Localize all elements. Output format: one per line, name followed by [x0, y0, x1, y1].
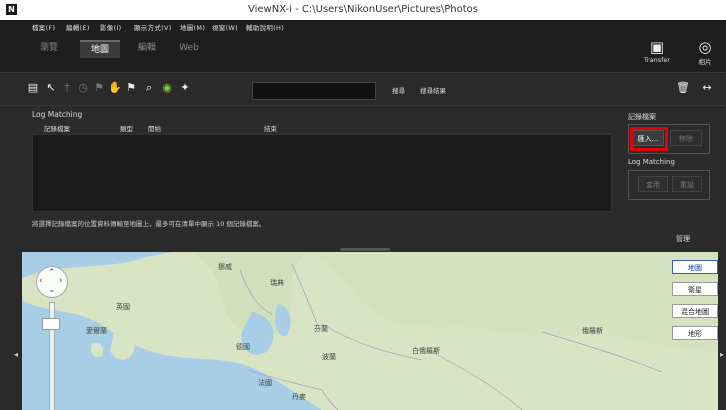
map-type-satellite-button[interactable]: 衛星 [672, 282, 718, 296]
pin-icon[interactable]: † [60, 81, 74, 95]
menu-image[interactable]: 影像(I) [100, 22, 122, 32]
map-type-map-button[interactable]: 地圖 [672, 260, 718, 274]
map-label-denmark: 丹麥 [292, 393, 306, 401]
direction-icon[interactable]: ✦ [178, 81, 192, 95]
reset-button[interactable]: 重設 [672, 176, 702, 192]
map-label-finland: 芬蘭 [314, 325, 328, 333]
tab-browse[interactable]: 瀏覽 [32, 40, 66, 56]
flag-icon[interactable]: ⚑ [124, 81, 138, 95]
log-matching-note: 將選擇記錄檔案的位置資料傳輸至地圖上，最多可在清單中顯示 10 個記錄檔案。 [32, 220, 266, 228]
map-type-hybrid-button[interactable]: 混合地圖 [672, 304, 718, 318]
clock-icon[interactable]: ◷ [76, 81, 90, 95]
window-title: ViewNX-i - C:\Users\NikonUser\Pictures\P… [247, 4, 479, 15]
menu-help[interactable]: 輔助說明(H) [246, 22, 284, 32]
search-input[interactable] [252, 82, 376, 100]
log-matching-header: Log Matching [32, 110, 83, 119]
tab-edit[interactable]: 編輯 [130, 40, 164, 56]
menu-window[interactable]: 視窗(W) [212, 22, 238, 32]
log-file-label: 記錄檔案 [628, 113, 656, 121]
log-file-list[interactable] [32, 134, 612, 212]
pan-up-icon[interactable]: ⌃ [48, 268, 56, 278]
column-end[interactable]: 結束 [264, 123, 277, 133]
collapse-arrows-icon[interactable]: ↔ [700, 81, 714, 95]
map-terrain [22, 252, 718, 410]
remove-button[interactable]: 移除 [670, 130, 702, 146]
tab-map[interactable]: 地圖 [80, 40, 120, 58]
map-label-sweden: 瑞典 [270, 279, 284, 287]
column-start[interactable]: 開始 [148, 123, 161, 133]
tab-web[interactable]: Web [172, 40, 206, 56]
tab-bar: 瀏覽 地圖 編輯 Web ▣ Transfer ◎ 相片 [0, 34, 726, 72]
map-label-uk: 英國 [116, 303, 130, 311]
menu-view[interactable]: 顯示方式(V) [134, 22, 172, 32]
search-icon[interactable]: ⌕ [142, 81, 156, 95]
trash-icon[interactable]: 🗑 [676, 81, 690, 95]
search-button[interactable]: 搜尋 [392, 85, 405, 95]
log-matching-panel: Log Matching 記錄檔案 類型 開始 結束 [22, 108, 614, 212]
column-log-file[interactable]: 記錄檔案 [44, 123, 70, 133]
column-type[interactable]: 類型 [120, 123, 133, 133]
location-icon[interactable]: ◉ [160, 81, 174, 95]
map-view[interactable]: 挪威 瑞典 芬蘭 俄羅斯 英國 愛爾蘭 德國 波蘭 白俄羅斯 法國 丹麥 ⌃ ⌄… [22, 252, 718, 410]
pan-down-icon[interactable]: ⌄ [48, 285, 56, 295]
track-icon[interactable]: ⚑ [92, 81, 106, 95]
menu-bar: 檔案(F) 編輯(E) 影像(I) 顯示方式(V) 地圖(M) 視窗(W) 輔助… [0, 20, 726, 34]
map-toolbar: ▤ ↖ † ◷ ⚑ ✋ ⚑ ⌕ ◉ ✦ 搜尋 搜尋結果 🗑 ↔ [0, 72, 726, 106]
arrow-icon[interactable]: ↖ [44, 81, 58, 95]
map-label-russia: 俄羅斯 [582, 327, 603, 335]
map-label-france: 法國 [258, 379, 272, 387]
transfer-icon[interactable]: ▣ [642, 38, 672, 56]
map-label-belarus: 白俄羅斯 [412, 347, 440, 355]
view-mode-icon[interactable]: ▤ [26, 81, 40, 95]
right-collapse-icon[interactable]: ▸ [720, 350, 724, 359]
map-label-ireland: 愛爾蘭 [86, 327, 107, 335]
photo-icon[interactable]: ◎ [690, 38, 720, 56]
transfer-label[interactable]: Transfer [639, 56, 675, 64]
zoom-slider-handle[interactable] [42, 318, 60, 330]
highlight-box [630, 127, 668, 151]
pan-control[interactable]: ⌃ ⌄ ‹ › [36, 266, 68, 298]
map-label-poland: 波蘭 [322, 353, 336, 361]
map-type-terrain-button[interactable]: 地形 [672, 326, 718, 340]
photo-label[interactable]: 相片 [687, 56, 723, 66]
left-collapse-icon[interactable]: ◂ [14, 350, 18, 359]
search-results-label[interactable]: 搜尋結果 [420, 85, 446, 95]
panel-splitter[interactable] [340, 248, 390, 251]
pan-right-icon[interactable]: › [59, 276, 63, 286]
apply-button[interactable]: 套用 [638, 176, 668, 192]
map-label-germany: 德國 [236, 343, 250, 351]
pan-left-icon[interactable]: ‹ [39, 276, 43, 286]
menu-edit[interactable]: 編輯(E) [66, 22, 90, 32]
hand-icon[interactable]: ✋ [108, 81, 122, 95]
menu-map[interactable]: 地圖(M) [180, 22, 205, 32]
map-label-norway: 挪威 [218, 263, 232, 271]
title-bar: N ViewNX-i - C:\Users\NikonUser\Pictures… [0, 0, 726, 21]
log-matching-label: Log Matching [628, 158, 675, 166]
menu-file[interactable]: 檔案(F) [32, 22, 55, 32]
manage-button[interactable]: 管理 [676, 234, 690, 244]
